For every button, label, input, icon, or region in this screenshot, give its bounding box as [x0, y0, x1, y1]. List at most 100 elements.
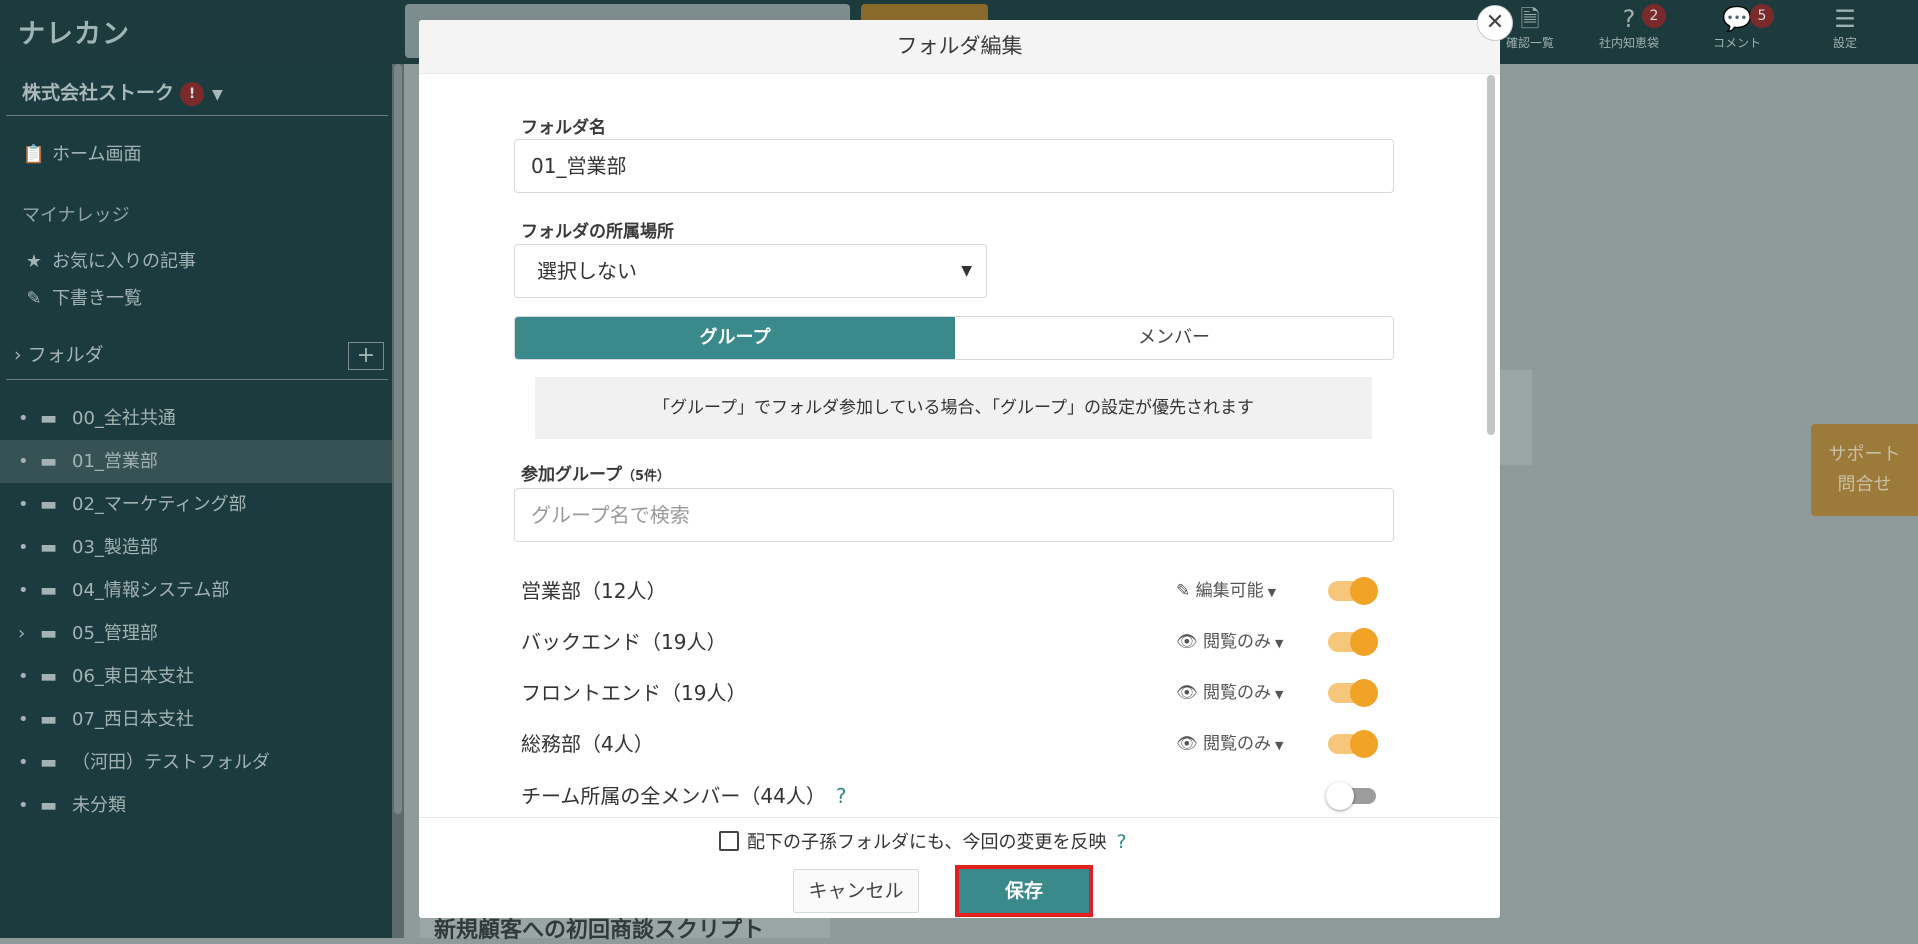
bullet-icon: • [18, 408, 29, 429]
sidebar-scrollbar-thumb[interactable] [394, 64, 402, 814]
permission-dropdown[interactable]: 👁 閲覧のみ ▼ [1176, 673, 1283, 715]
folder-item[interactable]: • ▬ 04_情報システム部 [0, 569, 392, 612]
chevron-right-icon: › [14, 344, 22, 366]
save-button[interactable]: 保存 [955, 865, 1093, 917]
group-member-tabs: グループ メンバー [514, 316, 1394, 360]
folder-icon: ▬ [40, 666, 58, 687]
group-search-input[interactable]: グループ名で検索 [514, 488, 1394, 542]
star-icon: ★ [25, 251, 43, 272]
caret-down-icon: ▼ [1275, 637, 1284, 650]
folder-icon: ▬ [40, 408, 58, 429]
sidebar-item-favorites[interactable]: ★ お気に入りの記事 [22, 247, 196, 273]
settings-nav[interactable]: ☰ 設定 [1800, 4, 1890, 51]
bullet-icon: • [18, 494, 29, 515]
bullet-icon: • [18, 451, 29, 472]
folder-name-input[interactable]: 01_営業部 [514, 139, 1394, 193]
folder-icon: ▬ [40, 709, 58, 730]
permission-dropdown[interactable]: 👁 閲覧のみ ▼ [1176, 724, 1283, 766]
folder-item[interactable]: • ▬ 06_東日本支社 [0, 655, 392, 698]
modal-title: フォルダ編集 [419, 20, 1500, 74]
tab-member[interactable]: メンバー [955, 317, 1393, 359]
toggle-knob [1350, 577, 1378, 605]
permission-dropdown[interactable]: 👁 閲覧のみ ▼ [1176, 622, 1283, 664]
comment-nav[interactable]: 💬 5 コメント [1692, 4, 1782, 51]
eye-icon: 👁 [1176, 734, 1198, 754]
sidebar-item-home[interactable]: 📋 ホーム画面 [22, 140, 142, 166]
background-panel [1500, 370, 1532, 465]
sidebar-item-label: お気に入りの記事 [52, 251, 196, 272]
all-members-name: チーム所属の全メンバー（44人） [521, 784, 826, 808]
folder-name: 未分類 [72, 795, 126, 816]
folder-icon: ▬ [40, 623, 58, 644]
reflect-children-option[interactable]: 配下の子孫フォルダにも、今回の変更を反映? [719, 828, 1127, 854]
modal-scrollbar[interactable] [1487, 75, 1495, 435]
folder-icon: ▬ [40, 752, 58, 773]
support-contact-button[interactable]: サポート 問合せ [1811, 424, 1918, 516]
sidebar-item-label: 下書き一覧 [52, 288, 142, 309]
folder-name: 01_営業部 [72, 451, 158, 472]
help-icon[interactable]: ? [1116, 831, 1126, 853]
sidebar-item-drafts[interactable]: ✎ 下書き一覧 [22, 284, 142, 310]
group-row: フロントエンド（19人） 👁 閲覧のみ ▼ [521, 673, 1391, 713]
folder-name: （河田）テストフォルダ [72, 752, 270, 773]
group-toggle[interactable] [1328, 577, 1378, 605]
folder-item[interactable]: • ▬ 03_製造部 [0, 526, 392, 569]
group-toggle[interactable] [1328, 730, 1378, 758]
pencil-icon: ✎ [26, 288, 42, 309]
group-row: 総務部（4人） 👁 閲覧のみ ▼ [521, 724, 1391, 764]
folder-item-active[interactable]: • ▬ 01_営業部 [0, 440, 392, 483]
folder-name: 03_製造部 [72, 537, 158, 558]
reflect-children-checkbox[interactable] [719, 831, 739, 851]
permission-value: 閲覧のみ [1203, 632, 1271, 652]
bullet-icon: • [18, 580, 29, 601]
help-icon[interactable]: ? [836, 784, 847, 808]
sidebar-divider [6, 379, 388, 380]
permission-dropdown[interactable]: ✎ 編集可能 ▼ [1176, 571, 1276, 613]
chevron-right-icon[interactable]: › [18, 612, 25, 655]
cancel-button[interactable]: キャンセル [793, 869, 919, 913]
support-label-2: 問合せ [1837, 474, 1892, 495]
folder-icon: ▬ [40, 580, 58, 601]
eye-icon: 👁 [1176, 632, 1198, 652]
eye-icon: 👁 [1176, 683, 1198, 703]
tab-group[interactable]: グループ [515, 317, 955, 359]
company-alert-badge: ! [180, 81, 205, 106]
group-priority-notice: 「グループ」でフォルダ参加している場合、「グループ」の設定が優先されます [535, 377, 1372, 439]
folder-location-label: フォルダの所属場所 [521, 222, 674, 242]
add-folder-button[interactable]: + [348, 342, 384, 370]
support-label: サポート [1828, 444, 1901, 465]
sidebar-divider [6, 115, 388, 116]
all-members-toggle[interactable] [1326, 782, 1376, 810]
permission-value: 閲覧のみ [1203, 683, 1271, 703]
toggle-knob [1326, 782, 1354, 810]
folder-edit-modal: フォルダ編集 フォルダ名 01_営業部 フォルダの所属場所 選択しない ▼ グル… [419, 20, 1500, 918]
settings-label: 設定 [1832, 36, 1857, 50]
close-modal-button[interactable]: ✕ [1477, 5, 1513, 41]
bullet-icon: • [18, 752, 29, 773]
folder-location-value: 選択しない [537, 259, 637, 283]
toggle-knob [1350, 628, 1378, 656]
hamburger-menu-icon: ☰ [1834, 5, 1856, 33]
folder-item[interactable]: • ▬ 02_マーケティング部 [0, 483, 392, 526]
folder-item[interactable]: • ▬ （河田）テストフォルダ [0, 741, 392, 784]
bullet-icon: • [18, 666, 29, 687]
group-toggle[interactable] [1328, 679, 1378, 707]
folder-icon: ▬ [40, 795, 58, 816]
permission-value: 編集可能 [1195, 581, 1264, 601]
folder-item[interactable]: • ▬ 未分類 [0, 784, 392, 827]
folder-icon: ▬ [40, 494, 58, 515]
folder-section-toggle[interactable]: › フォルダ [14, 340, 104, 367]
group-toggle[interactable] [1328, 628, 1378, 656]
folder-name: 04_情報システム部 [72, 580, 230, 601]
folder-location-select[interactable]: 選択しない ▼ [514, 244, 987, 298]
folder-item[interactable]: • ▬ 07_西日本支社 [0, 698, 392, 741]
caret-down-icon: ▼ [1267, 586, 1277, 599]
clipboard-icon: 📋 [22, 144, 46, 165]
folder-name: 00_全社共通 [72, 408, 176, 429]
knowledge-nav[interactable]: ? 2 社内知恵袋 [1584, 4, 1674, 51]
folder-item[interactable]: • ▬ 00_全社共通 [0, 397, 392, 440]
app-logo[interactable]: ナレカン [18, 12, 130, 51]
company-switcher[interactable]: 株式会社ストーク! ▼ [22, 78, 223, 106]
sidebar: 株式会社ストーク! ▼ 📋 ホーム画面 マイナレッジ ★ お気に入りの記事 ✎ 下書き一… [0, 64, 404, 938]
folder-item[interactable]: › ▬ 05_管理部 [0, 612, 392, 655]
